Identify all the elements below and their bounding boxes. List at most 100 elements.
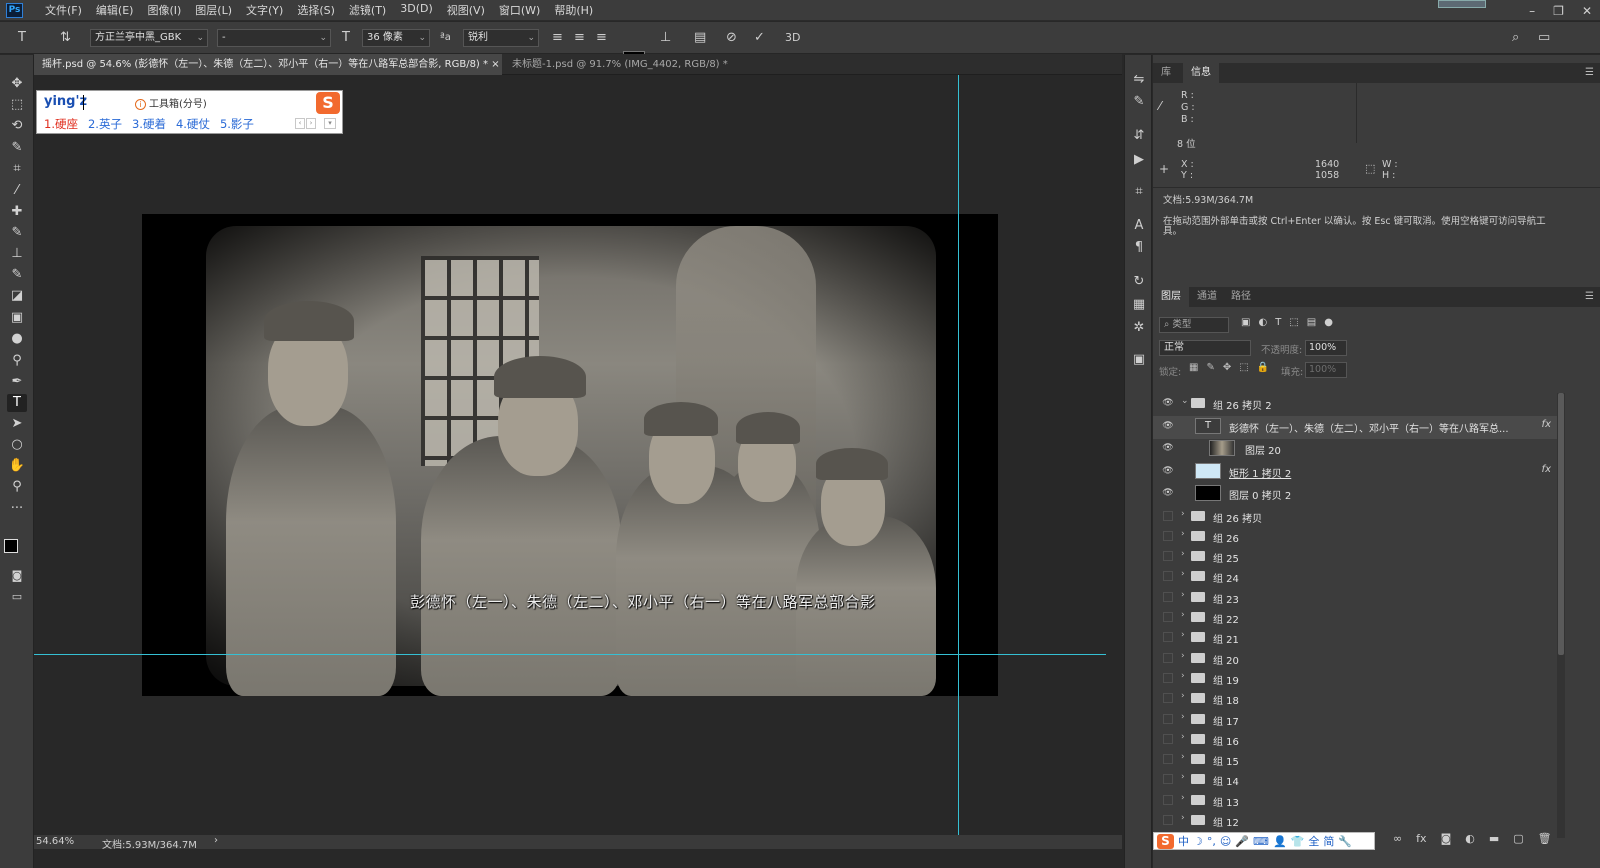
new-layer-icon[interactable]: ▢ (1513, 832, 1523, 845)
menu-help[interactable]: 帮助(H) (554, 2, 593, 18)
close-tab-icon[interactable]: × (491, 59, 499, 70)
swatches-icon[interactable]: ▦ (1130, 296, 1148, 314)
cancel-edit-icon[interactable]: ⊘ (726, 29, 737, 47)
menu-view[interactable]: 视图(V) (447, 2, 485, 18)
clone-stamp-tool-icon[interactable]: ⊥ (7, 245, 27, 263)
font-family-select[interactable]: 方正兰亭中黑_GBK ⌄ (90, 29, 208, 47)
align-right-icon[interactable]: ≡ (596, 29, 607, 47)
paragraph-icon[interactable]: ¶ (1130, 239, 1148, 257)
eraser-tool-icon[interactable]: ◪ (7, 287, 27, 305)
crop-tool-icon[interactable]: ⌗ (7, 160, 27, 178)
layer-group-row[interactable]: › 组 23 (1153, 587, 1557, 607)
layer-name[interactable]: 组 15 (1213, 753, 1239, 768)
ime-toolbox[interactable]: i 工具箱(分号) (135, 95, 207, 110)
layer-name[interactable]: 组 17 (1213, 713, 1239, 728)
visibility-toggle[interactable] (1163, 774, 1173, 784)
layer-name[interactable]: 彭德怀（左一）、朱德（左二）、邓小平（右一）等在八路军总... (1229, 420, 1509, 435)
brush-settings-icon[interactable]: ✎ (1130, 93, 1148, 111)
tab-untitled-1-psd[interactable]: 未标题-1.psd @ 91.7% (IMG_4402, RGB/8) * × (504, 54, 732, 91)
visibility-toggle[interactable] (1163, 693, 1173, 703)
layer-name[interactable]: 图层 20 (1245, 442, 1281, 457)
visibility-eye-icon[interactable]: 👁 (1161, 486, 1175, 500)
menu-window[interactable]: 窗口(W) (499, 2, 540, 18)
visibility-eye-icon[interactable]: 👁 (1161, 464, 1175, 478)
zoom-tool-icon[interactable]: ⚲ (7, 478, 27, 496)
chevron-right-icon[interactable]: › (1181, 651, 1185, 661)
layer-group-row[interactable]: › 组 22 (1153, 607, 1557, 627)
actions-play-icon[interactable]: ▶ (1130, 151, 1148, 169)
visibility-toggle[interactable] (1163, 653, 1173, 663)
layer-name[interactable]: 组 19 (1213, 672, 1239, 687)
warp-text-icon[interactable]: ⊥ (660, 29, 671, 47)
font-style-select[interactable]: - ⌄ (217, 29, 331, 47)
layer-group-row[interactable]: › 组 24 (1153, 566, 1557, 586)
caption-text-layer[interactable]: 彭德怀（左一）、朱德（左二）、邓小平（右一）等在八路军总部合影 (410, 591, 876, 612)
properties-icon[interactable]: ⇋ (1130, 71, 1148, 89)
clone-source-icon[interactable]: ⇵ (1130, 127, 1148, 145)
ime-candidate[interactable]: 5.影子 (220, 116, 254, 132)
opacity-field[interactable]: 100% (1305, 340, 1347, 356)
moon-icon[interactable]: ☽ (1193, 835, 1203, 848)
menu-edit[interactable]: 编辑(E) (96, 2, 134, 18)
layer-group-row[interactable]: › 组 19 (1153, 668, 1557, 688)
pen-tool-icon[interactable]: ✒ (7, 373, 27, 391)
lock-artboard-icon[interactable]: ⬚ (1239, 362, 1248, 373)
ime-next-page-icon[interactable]: › (306, 118, 316, 129)
screen-mode-icon[interactable]: ▭ (7, 588, 27, 606)
lasso-tool-icon[interactable]: ⟲ (7, 117, 27, 135)
search-icon[interactable]: ⌕ (1512, 29, 1519, 47)
layer-group-row[interactable]: › 组 14 (1153, 769, 1557, 789)
align-left-icon[interactable]: ≡ (552, 29, 563, 47)
filter-smart-object-icon[interactable]: ▤ (1307, 317, 1316, 328)
character-icon[interactable]: A (1130, 217, 1148, 235)
lock-position-icon[interactable]: ✥ (1223, 362, 1231, 373)
chevron-right-icon[interactable]: › (1181, 549, 1185, 559)
layer-name[interactable]: 组 26 (1213, 530, 1239, 545)
visibility-eye-icon[interactable]: 👁 (1161, 419, 1175, 433)
horizontal-guide[interactable] (34, 654, 1106, 655)
healing-brush-tool-icon[interactable]: ✚ (7, 203, 27, 221)
ime-candidate[interactable]: 1.硬座 (44, 116, 78, 132)
new-group-icon[interactable]: ▬ (1489, 832, 1499, 845)
visibility-eye-icon[interactable]: 👁 (1161, 396, 1175, 410)
panel-menu-icon[interactable]: ☰ (1585, 67, 1594, 78)
menu-type[interactable]: 文字(Y) (246, 2, 283, 18)
restore-button[interactable]: ❐ (1553, 4, 1564, 18)
vertical-guide[interactable] (958, 75, 959, 835)
align-center-icon[interactable]: ≡ (574, 29, 585, 47)
lock-pixels-icon[interactable]: ✎ (1206, 362, 1214, 373)
wrench-icon[interactable]: 🔧 (1338, 835, 1352, 848)
layer-name[interactable]: 组 26 拷贝 2 (1213, 397, 1272, 412)
delete-layer-icon[interactable]: 🗑 (1538, 832, 1552, 845)
layer-name[interactable]: 组 20 (1213, 652, 1239, 667)
dodge-tool-icon[interactable]: ⚲ (7, 352, 27, 370)
scroll-thumb[interactable] (1558, 393, 1564, 655)
history-brush-tool-icon[interactable]: ✎ (7, 266, 27, 284)
lock-all-icon[interactable]: 🔒 (1257, 362, 1269, 373)
layer-group-row[interactable]: › 组 18 (1153, 688, 1557, 708)
text-orientation-icon[interactable]: ⇅ (60, 29, 71, 47)
menu-file[interactable]: 文件(F) (45, 2, 82, 18)
layer-group-row[interactable]: › 组 20 (1153, 648, 1557, 668)
chevron-right-icon[interactable]: › (1181, 569, 1185, 579)
skin-icon[interactable]: 👕 (1291, 835, 1305, 848)
add-mask-icon[interactable]: ◙ (1441, 832, 1452, 845)
keyboard-icon[interactable]: ⌨ (1253, 835, 1269, 848)
layer-name[interactable]: 组 23 (1213, 591, 1239, 606)
layer-name[interactable]: 图层 0 拷贝 2 (1229, 487, 1291, 502)
layer-name[interactable]: 组 22 (1213, 611, 1239, 626)
add-style-icon[interactable]: fx (1416, 832, 1426, 845)
layer-group-row[interactable]: › 组 15 (1153, 749, 1557, 769)
punctuation-icon[interactable]: °, (1207, 835, 1216, 848)
menu-select[interactable]: 选择(S) (297, 2, 335, 18)
chevron-right-icon[interactable]: › (1181, 691, 1185, 701)
quick-select-tool-icon[interactable]: ✎ (7, 139, 27, 157)
font-size-select[interactable]: 36 像素 ⌄ (362, 29, 430, 47)
visibility-toggle[interactable] (1163, 714, 1173, 724)
tab-paths[interactable]: 路径 (1223, 287, 1259, 307)
commit-edit-icon[interactable]: ✓ (754, 29, 765, 47)
full-width-toggle[interactable]: 全 (1308, 833, 1319, 849)
layer-group-row[interactable]: › 组 16 (1153, 729, 1557, 749)
ellipse-tool-icon[interactable]: ○ (7, 436, 27, 454)
layer-name[interactable]: 矩形 1 拷贝 2 (1229, 465, 1291, 480)
